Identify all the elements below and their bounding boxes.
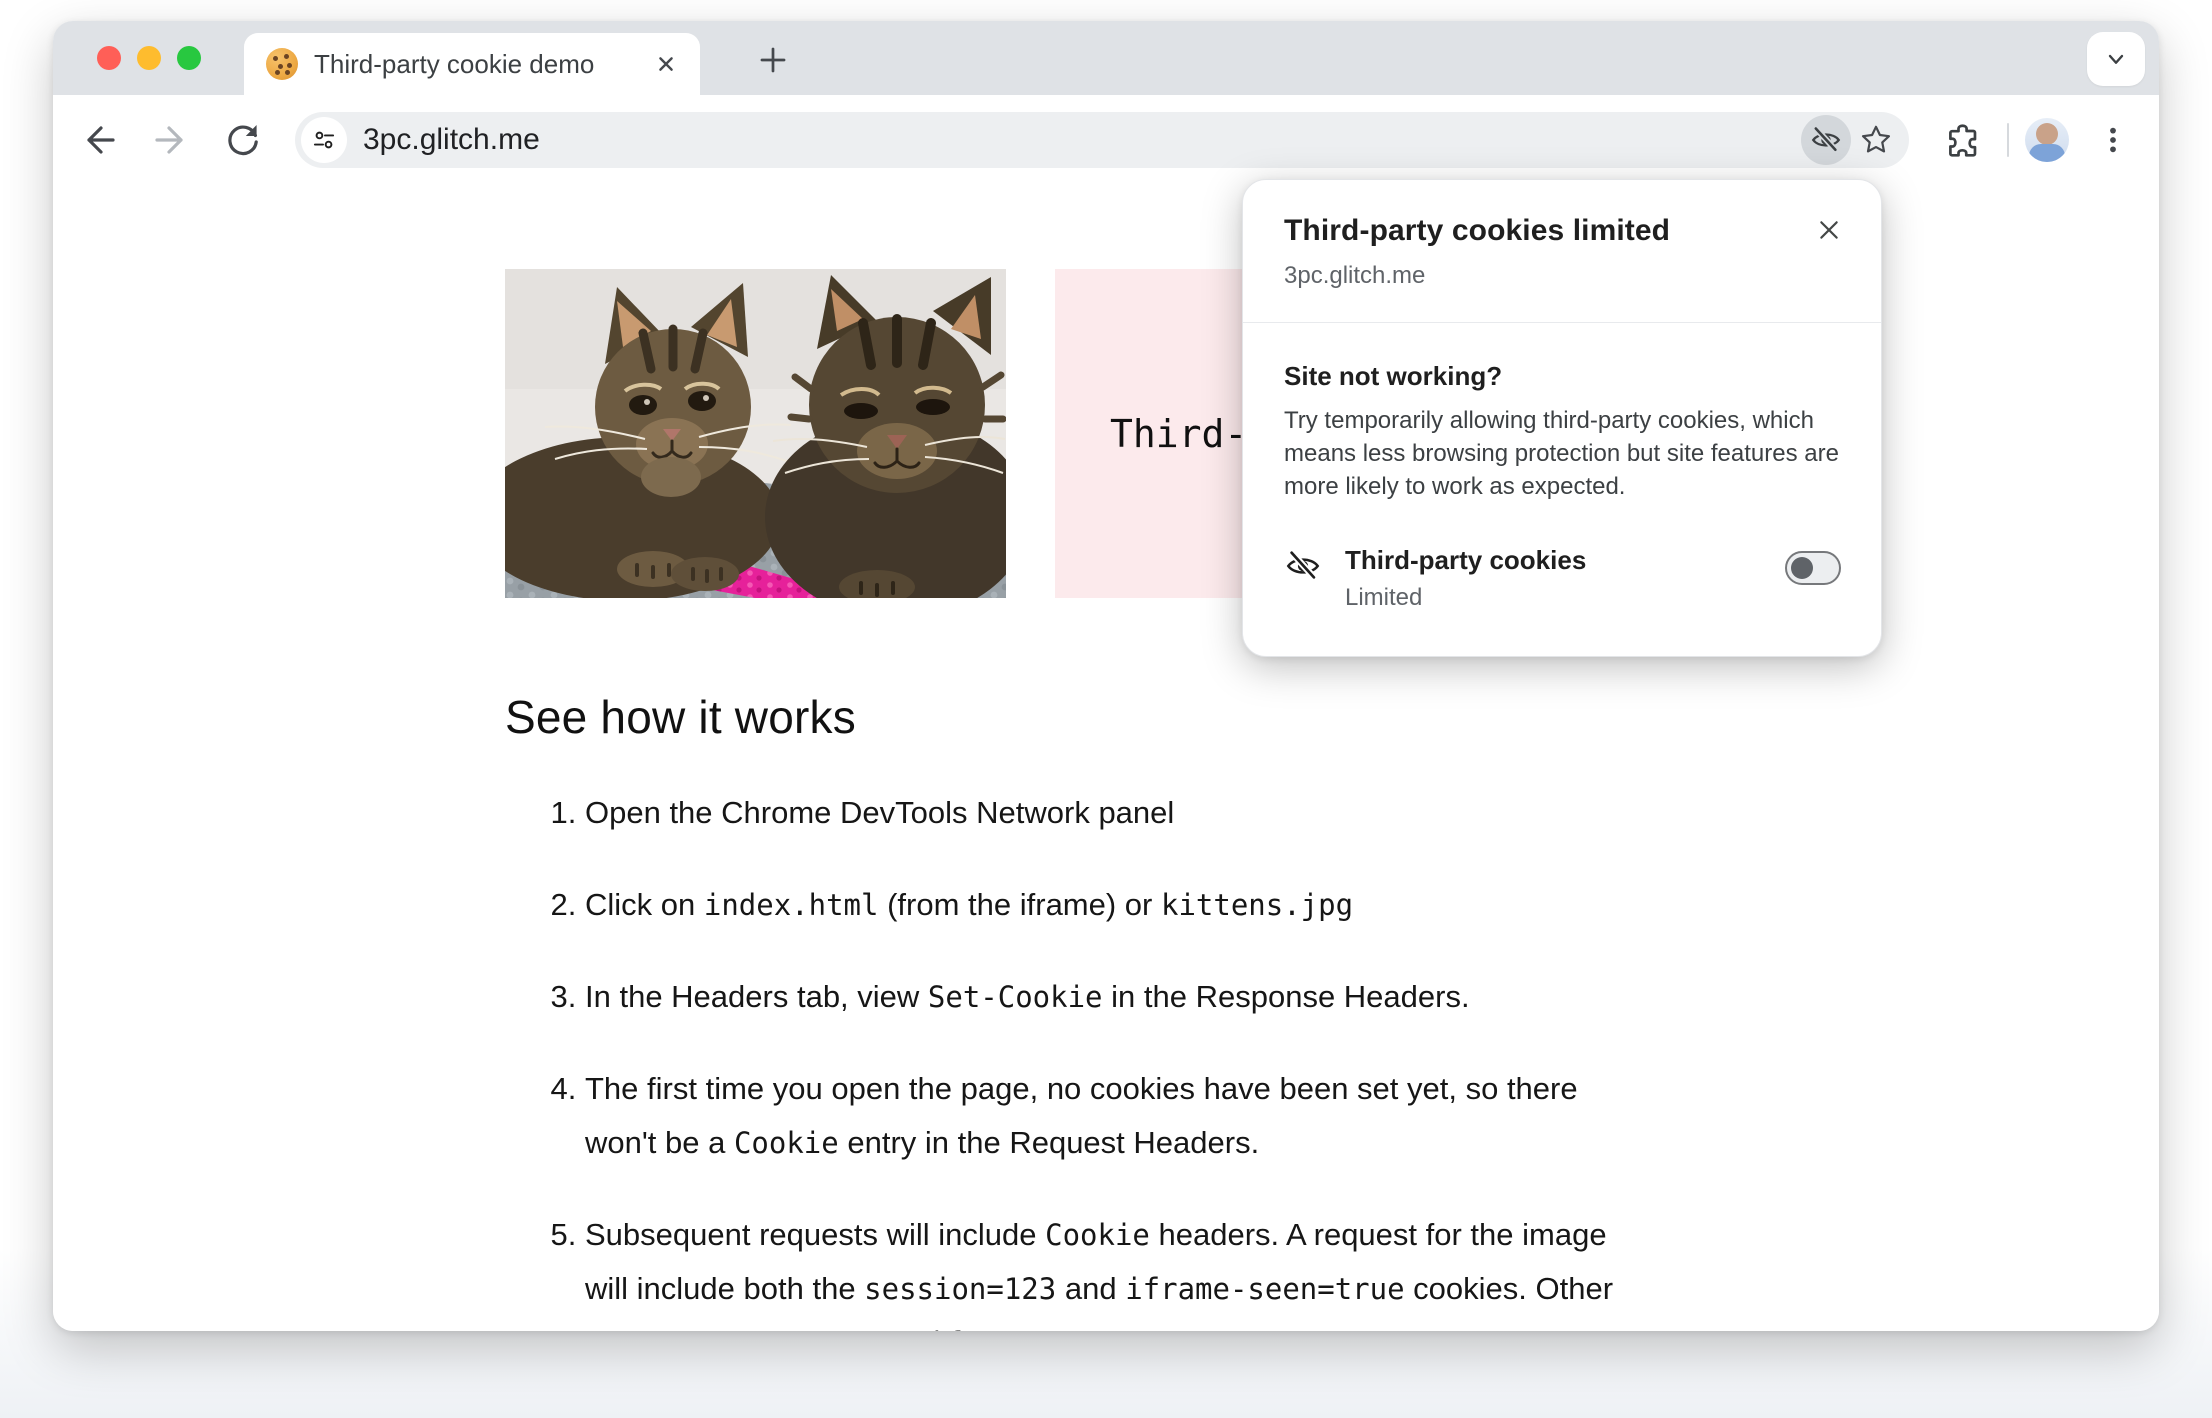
kittens-photo — [505, 269, 1006, 598]
reload-button[interactable] — [215, 112, 271, 168]
toolbar-right — [1935, 112, 2141, 168]
list-item: Subsequent requests will include Cookie … — [585, 1208, 1640, 1331]
list-item: The first time you open the page, no coo… — [585, 1062, 1640, 1170]
toolbar-divider — [2007, 123, 2009, 157]
third-party-cookies-blocked-button[interactable] — [1801, 115, 1851, 165]
forward-arrow-icon — [155, 126, 183, 154]
zoom-window-button[interactable] — [177, 46, 201, 70]
setting-label: Third-party cookies — [1345, 545, 1587, 575]
popup-header: Third-party cookies limited 3pc.glitch.m… — [1243, 180, 1881, 322]
list-item: In the Headers tab, view Set-Cookie in t… — [585, 970, 1640, 1024]
site-not-working-heading: Site not working? — [1284, 361, 1503, 391]
close-icon — [1820, 221, 1838, 239]
site-not-working-text: Try temporarily allowing third-party coo… — [1284, 407, 1839, 500]
popup-body: Site not working? Try temporarily allowi… — [1243, 323, 1881, 612]
iframe-text: Third- — [1110, 411, 1248, 456]
tab-close-button[interactable] — [648, 46, 684, 82]
menu-button[interactable] — [2085, 112, 2141, 168]
toggle-knob — [1791, 557, 1813, 579]
browser-window: Third-party cookie demo 3pc.glitch.me Th… — [53, 21, 2159, 1331]
list-item: Open the Chrome DevTools Network panel — [585, 786, 1640, 840]
cookie-favicon-icon — [266, 48, 298, 80]
setting-status: Limited — [1345, 584, 1423, 611]
popup-close-button[interactable] — [1807, 208, 1851, 252]
setting-texts: Third-party cookies Limited — [1345, 545, 1785, 612]
extensions-button[interactable] — [1935, 112, 1991, 168]
tab-title: Third-party cookie demo — [314, 48, 595, 79]
back-button[interactable] — [71, 112, 127, 168]
avatar-shirt — [2029, 144, 2065, 162]
minimize-window-button[interactable] — [137, 46, 161, 70]
eye-off-icon — [1286, 550, 1320, 583]
close-icon — [659, 57, 673, 71]
close-window-button[interactable] — [97, 46, 121, 70]
tune-icon — [313, 131, 335, 149]
bookmark-button[interactable] — [1851, 115, 1901, 165]
plus-icon — [760, 47, 786, 73]
profile-avatar[interactable] — [2025, 118, 2069, 162]
reload-icon — [228, 125, 258, 156]
list-item: Click on index.html (from the iframe) or… — [585, 878, 1640, 932]
active-tab[interactable]: Third-party cookie demo — [244, 33, 700, 95]
star-icon — [1861, 125, 1891, 153]
window-controls — [97, 46, 201, 70]
tab-strip: Third-party cookie demo — [53, 21, 2159, 95]
address-bar[interactable]: 3pc.glitch.me — [295, 112, 1909, 168]
avatar-head — [2036, 123, 2058, 145]
popup-title: Third-party cookies limited — [1284, 214, 1671, 247]
tab-search-button[interactable] — [2087, 32, 2145, 86]
puzzle-icon — [1949, 124, 1977, 157]
browser-toolbar: 3pc.glitch.me — [53, 95, 2159, 185]
chevron-down-icon — [2108, 54, 2124, 64]
site-settings-button[interactable] — [301, 117, 347, 163]
new-tab-button[interactable] — [745, 35, 801, 85]
url-text[interactable]: 3pc.glitch.me — [363, 123, 1801, 157]
third-party-cookies-toggle[interactable] — [1785, 551, 1841, 585]
forward-button[interactable] — [143, 112, 199, 168]
cookie-limited-popup: Third-party cookies limited 3pc.glitch.m… — [1242, 179, 1882, 657]
three-dot-menu-icon — [2110, 127, 2116, 153]
page-heading: See how it works — [505, 691, 856, 743]
eye-off-icon — [1811, 126, 1841, 155]
back-arrow-icon — [87, 126, 115, 154]
third-party-cookies-setting-row: Third-party cookies Limited — [1284, 545, 1841, 612]
popup-site: 3pc.glitch.me — [1284, 262, 1426, 289]
steps-list: Open the Chrome DevTools Network panel Cl… — [505, 786, 2159, 1331]
